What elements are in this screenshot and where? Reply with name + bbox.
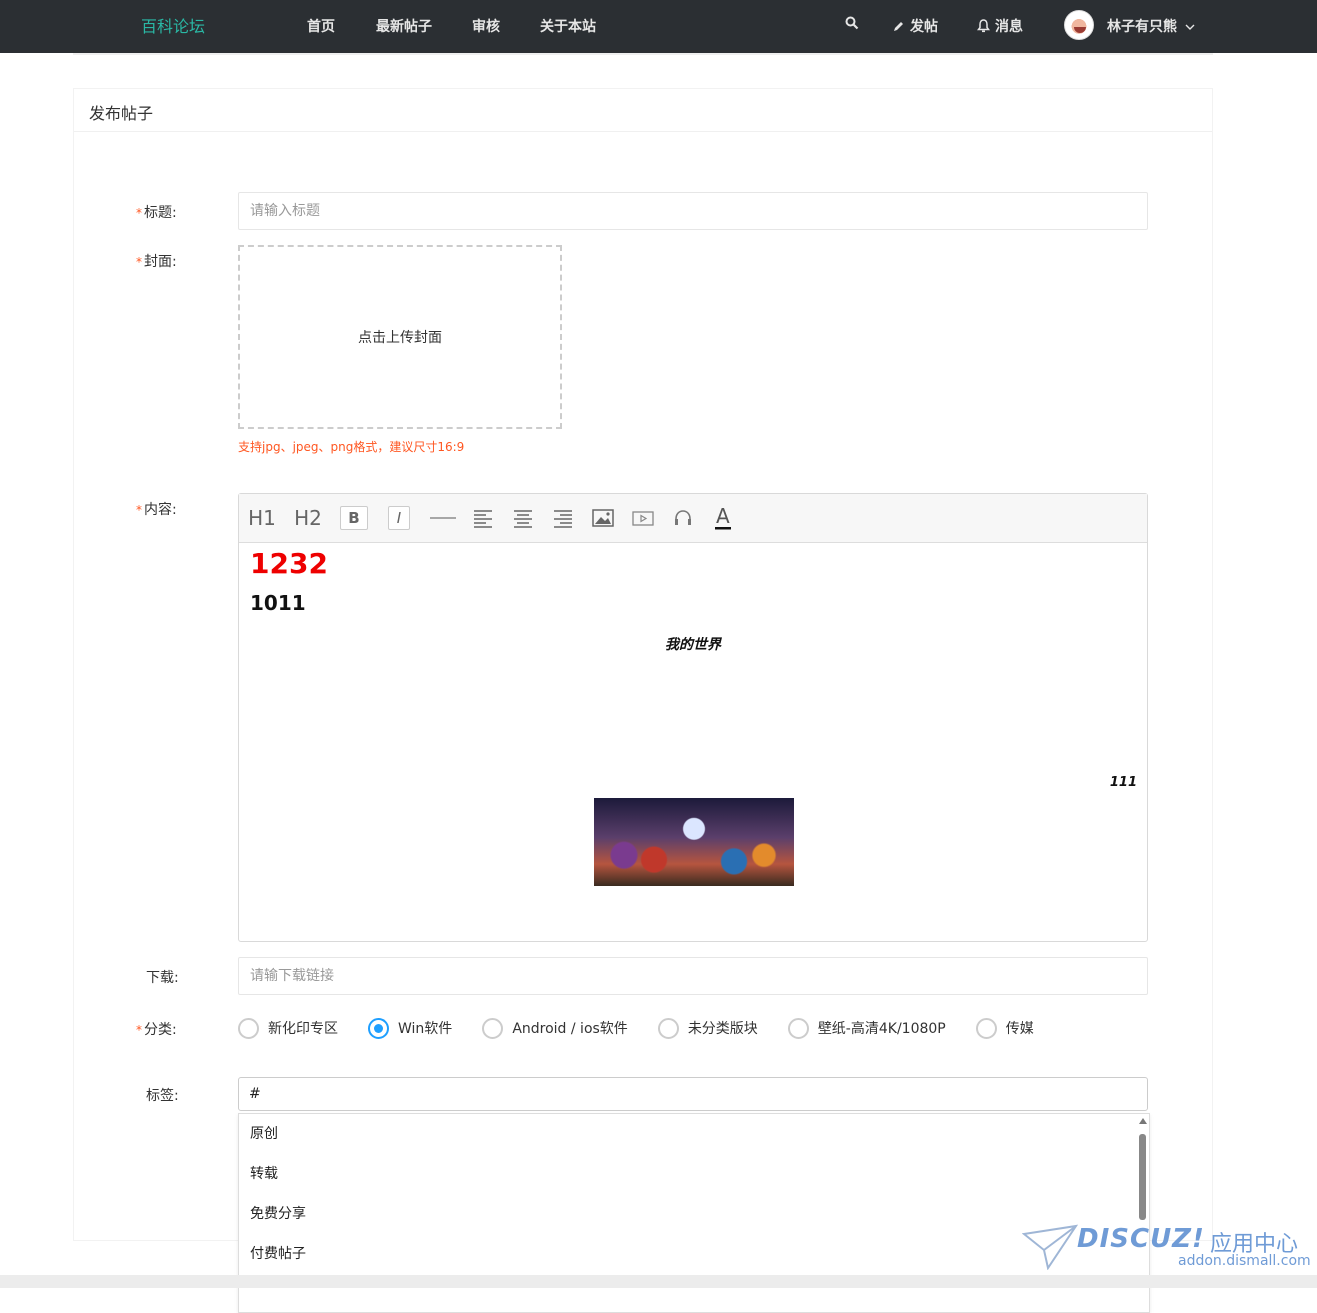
category-option-android-ios[interactable]: Android / ios软件	[482, 1017, 628, 1039]
align-left-icon	[474, 510, 492, 528]
username: 林子有只熊	[1107, 19, 1177, 35]
category-option-win[interactable]: Win软件	[368, 1017, 452, 1039]
radio-circle	[482, 1017, 504, 1039]
nav-latest-posts[interactable]: 最新帖子	[376, 16, 432, 36]
content-heading-1: 1232	[250, 547, 328, 580]
divider	[74, 131, 1212, 132]
cover-upload-area[interactable]: 点击上传封面	[238, 245, 562, 429]
align-left-button[interactable]	[472, 506, 494, 530]
radio-circle	[975, 1017, 997, 1039]
download-input[interactable]: 请输下载链接	[238, 957, 1148, 995]
insert-video-button[interactable]	[632, 506, 654, 530]
category-option-media[interactable]: 传媒	[975, 1017, 1034, 1039]
align-right-button[interactable]	[552, 506, 574, 530]
nav-home[interactable]: 首页	[307, 16, 335, 36]
post-button[interactable]: 发帖	[893, 16, 938, 36]
header-shadow	[73, 53, 1213, 55]
nav-review[interactable]: 审核	[472, 16, 500, 36]
align-center-icon	[514, 510, 532, 528]
tag-suggestion-item[interactable]: 付费帖子	[239, 1234, 1149, 1274]
post-label: 发帖	[910, 19, 938, 35]
messages-label: 消息	[995, 19, 1023, 35]
required-mark: *	[136, 503, 142, 517]
horizontal-rule-icon	[430, 517, 456, 519]
cover-label: * 封面:	[136, 254, 177, 270]
bell-icon	[977, 19, 990, 33]
download-label: 下载:	[146, 970, 179, 986]
scrollbar-thumb[interactable]	[1139, 1134, 1146, 1220]
text-color-button[interactable]: A	[712, 505, 734, 530]
title-input[interactable]: 请输入标题	[238, 192, 1148, 230]
content-centered-text: 我的世界	[665, 637, 721, 653]
radio-circle	[238, 1017, 259, 1039]
cover-hint: 支持jpg、jpeg、png格式，建议尺寸16:9	[238, 440, 465, 454]
svg-text:A: A	[716, 505, 730, 528]
radio-circle	[657, 1017, 679, 1039]
horizontal-rule-button[interactable]	[430, 506, 456, 530]
messages-button[interactable]: 消息	[977, 16, 1023, 36]
image-icon	[592, 509, 614, 527]
category-option-uncategorized[interactable]: 未分类版块	[657, 1017, 758, 1039]
watermark-logo: DISCUZ!	[1077, 1224, 1205, 1254]
search-button[interactable]	[845, 16, 859, 30]
radio-circle-checked	[368, 1017, 389, 1039]
chevron-down-icon	[1185, 24, 1195, 30]
category-label: * 分类:	[136, 1022, 177, 1038]
watermark-url: addon.dismall.com	[1178, 1253, 1311, 1269]
content-heading-2: 1011	[250, 591, 306, 615]
italic-button[interactable]: I	[388, 506, 410, 530]
search-icon	[845, 16, 859, 30]
discuz-watermark: DISCUZ! 应用中心 addon.dismall.com	[1022, 1222, 1311, 1272]
top-navbar: 百科论坛 首页 最新帖子 审核 关于本站 发帖 消息 林子有只熊	[0, 0, 1317, 53]
required-mark: *	[136, 255, 142, 269]
nav-about[interactable]: 关于本站	[540, 16, 596, 36]
rich-text-editor: H1 H2 B I A 1232 1011 我的世界 111	[238, 493, 1148, 942]
category-option-wallpaper[interactable]: 壁纸-高清4K/1080P	[787, 1017, 946, 1039]
title-label: * 标题:	[136, 205, 177, 221]
category-radio-group: 新化印专区 Win软件 Android / ios软件 未分类版块 壁纸-高清4…	[238, 1016, 1064, 1040]
avatar[interactable]	[1064, 10, 1094, 40]
tag-suggestion-item[interactable]: 免费分享	[239, 1194, 1149, 1234]
required-mark: *	[136, 206, 142, 220]
h1-button[interactable]: H1	[248, 506, 276, 530]
editor-toolbar: H1 H2 B I A	[239, 494, 1147, 543]
page-title: 发布帖子	[89, 104, 154, 123]
scroll-up-icon[interactable]	[1139, 1118, 1147, 1124]
align-center-button[interactable]	[512, 506, 534, 530]
content-image	[594, 798, 794, 886]
radio-circle	[787, 1017, 809, 1039]
paper-plane-icon	[1022, 1224, 1078, 1270]
category-option-xinhuayin[interactable]: 新化印专区	[238, 1017, 338, 1039]
tag-suggestion-item[interactable]: 转载	[239, 1154, 1149, 1194]
align-right-icon	[554, 510, 572, 528]
tag-suggestion-item[interactable]: 原创	[239, 1114, 1149, 1154]
editor-content[interactable]: 1232 1011 我的世界 111	[239, 543, 1147, 941]
audio-icon	[675, 510, 691, 525]
insert-audio-button[interactable]	[672, 506, 694, 530]
required-mark: *	[136, 1023, 142, 1037]
tags-input[interactable]: #	[238, 1077, 1148, 1111]
video-icon	[632, 511, 654, 526]
pencil-icon	[894, 22, 903, 31]
content-label: * 内容:	[136, 502, 177, 518]
h2-button[interactable]: H2	[294, 506, 322, 530]
text-color-icon: A	[715, 505, 731, 530]
cover-upload-prompt: 点击上传封面	[358, 330, 442, 346]
footer-band	[0, 1275, 1317, 1288]
insert-image-button[interactable]	[592, 506, 614, 530]
site-logo[interactable]: 百科论坛	[141, 13, 205, 37]
content-right-text: 111	[1109, 775, 1137, 790]
bold-button[interactable]: B	[340, 506, 368, 530]
tags-label: 标签:	[146, 1088, 179, 1104]
user-menu[interactable]: 林子有只熊	[1107, 16, 1195, 36]
